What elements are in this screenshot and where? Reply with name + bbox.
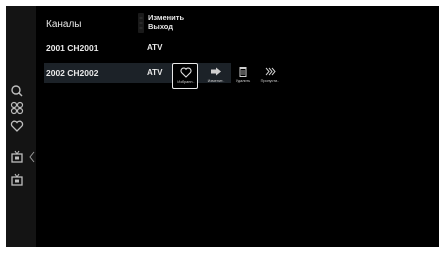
favorite-option-button[interactable]: Избранн.. — [172, 63, 198, 89]
tv-icon[interactable] — [10, 150, 24, 164]
channel-row[interactable]: 2001 CH2001 ATV — [44, 38, 231, 58]
skip-option-label: Пропусти.. — [260, 79, 280, 83]
delete-option-button[interactable]: Удалить — [230, 63, 256, 89]
heart-icon — [180, 67, 192, 78]
search-icon[interactable] — [10, 84, 24, 98]
edit-action[interactable]: Изменить — [148, 13, 184, 22]
chevron-left-icon — [29, 151, 35, 163]
move-option-button[interactable]: Изменит.. — [203, 63, 229, 89]
channel-name: 2001 CH2001 — [46, 43, 99, 53]
channel-type: ATV — [147, 68, 163, 77]
menu-key-icon — [136, 11, 146, 35]
heart-icon[interactable] — [10, 119, 24, 133]
exit-action[interactable]: Выход — [148, 22, 173, 31]
apps-icon[interactable] — [10, 101, 24, 115]
channel-type: ATV — [147, 43, 163, 52]
skip-icon — [264, 66, 276, 77]
skip-option-button[interactable]: Пропусти.. — [257, 63, 283, 89]
channel-name: 2002 CH2002 — [46, 68, 99, 78]
tv-screen: Каналы Изменить Выход 2001 CH2001 ATV 20… — [6, 6, 439, 247]
move-icon — [210, 66, 222, 77]
sidebar — [6, 6, 36, 247]
header-actions: Изменить Выход — [136, 11, 184, 37]
favorite-option-label: Избранн.. — [177, 80, 195, 84]
page-title: Каналы — [46, 19, 82, 30]
trash-icon — [237, 66, 249, 77]
tv-input-icon[interactable] — [10, 173, 24, 187]
